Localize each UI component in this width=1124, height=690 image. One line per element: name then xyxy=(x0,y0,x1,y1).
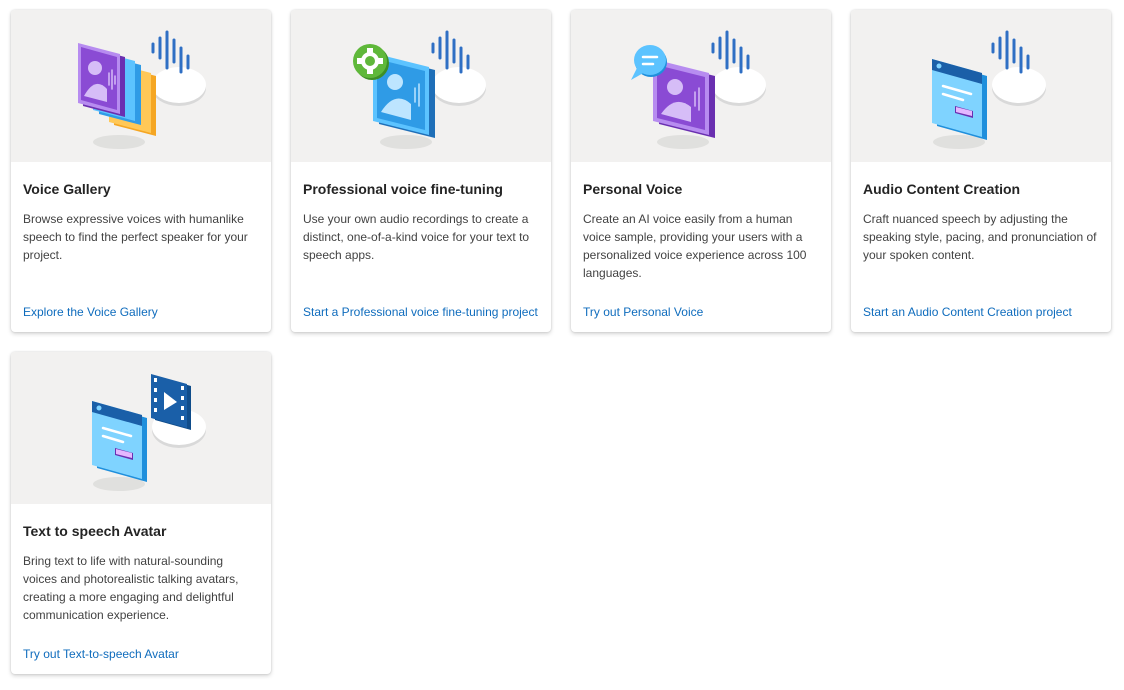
feature-card-grid: Voice Gallery Browse expressive voices w… xyxy=(11,10,1113,674)
audio-content-illustration xyxy=(932,30,1046,149)
card-media xyxy=(11,352,271,504)
document-window-icon xyxy=(92,401,147,482)
card-title: Audio Content Creation xyxy=(863,181,1021,197)
card-title: Personal Voice xyxy=(583,181,683,197)
start-professional-voice-link[interactable]: Start a Professional voice fine-tuning p… xyxy=(303,304,538,320)
card-title: Text to speech Avatar xyxy=(23,523,167,539)
sound-wave-icon xyxy=(151,30,190,74)
card-media xyxy=(571,10,831,162)
card-description: Bring text to life with natural-sounding… xyxy=(23,554,239,622)
card-description: Create an AI voice easily from a human v… xyxy=(583,212,807,280)
card-media xyxy=(851,10,1111,162)
card-text-to-speech-avatar[interactable]: Text to speech Avatar Bring text to life… xyxy=(11,352,271,674)
sound-wave-icon xyxy=(991,30,1030,74)
card-media xyxy=(291,10,551,162)
card-voice-gallery[interactable]: Voice Gallery Browse expressive voices w… xyxy=(11,10,271,332)
sound-wave-icon xyxy=(431,30,470,74)
card-title: Voice Gallery xyxy=(23,181,111,197)
card-description: Use your own audio recordings to create … xyxy=(303,212,530,262)
card-title: Professional voice fine-tuning xyxy=(303,181,503,197)
card-personal-voice[interactable]: Personal Voice Create an AI voice easily… xyxy=(571,10,831,332)
card-description: Craft nuanced speech by adjusting the sp… xyxy=(863,212,1097,262)
personal-voice-illustration xyxy=(631,30,766,149)
card-audio-content-creation[interactable]: Audio Content Creation Craft nuanced spe… xyxy=(851,10,1111,332)
document-window-icon xyxy=(932,59,987,140)
start-audio-content-link[interactable]: Start an Audio Content Creation project xyxy=(863,304,1072,320)
gear-icon xyxy=(353,44,389,80)
professional-voice-illustration xyxy=(353,30,486,149)
voice-gallery-illustration xyxy=(78,30,206,149)
explore-voice-gallery-link[interactable]: Explore the Voice Gallery xyxy=(23,304,158,320)
card-description: Browse expressive voices with humanlike … xyxy=(23,212,248,262)
card-professional-voice[interactable]: Professional voice fine-tuning Use your … xyxy=(291,10,551,332)
sound-wave-icon xyxy=(711,30,750,74)
avatar-illustration xyxy=(92,374,206,491)
try-avatar-link[interactable]: Try out Text-to-speech Avatar xyxy=(23,646,179,662)
try-personal-voice-link[interactable]: Try out Personal Voice xyxy=(583,304,703,320)
card-media xyxy=(11,10,271,162)
